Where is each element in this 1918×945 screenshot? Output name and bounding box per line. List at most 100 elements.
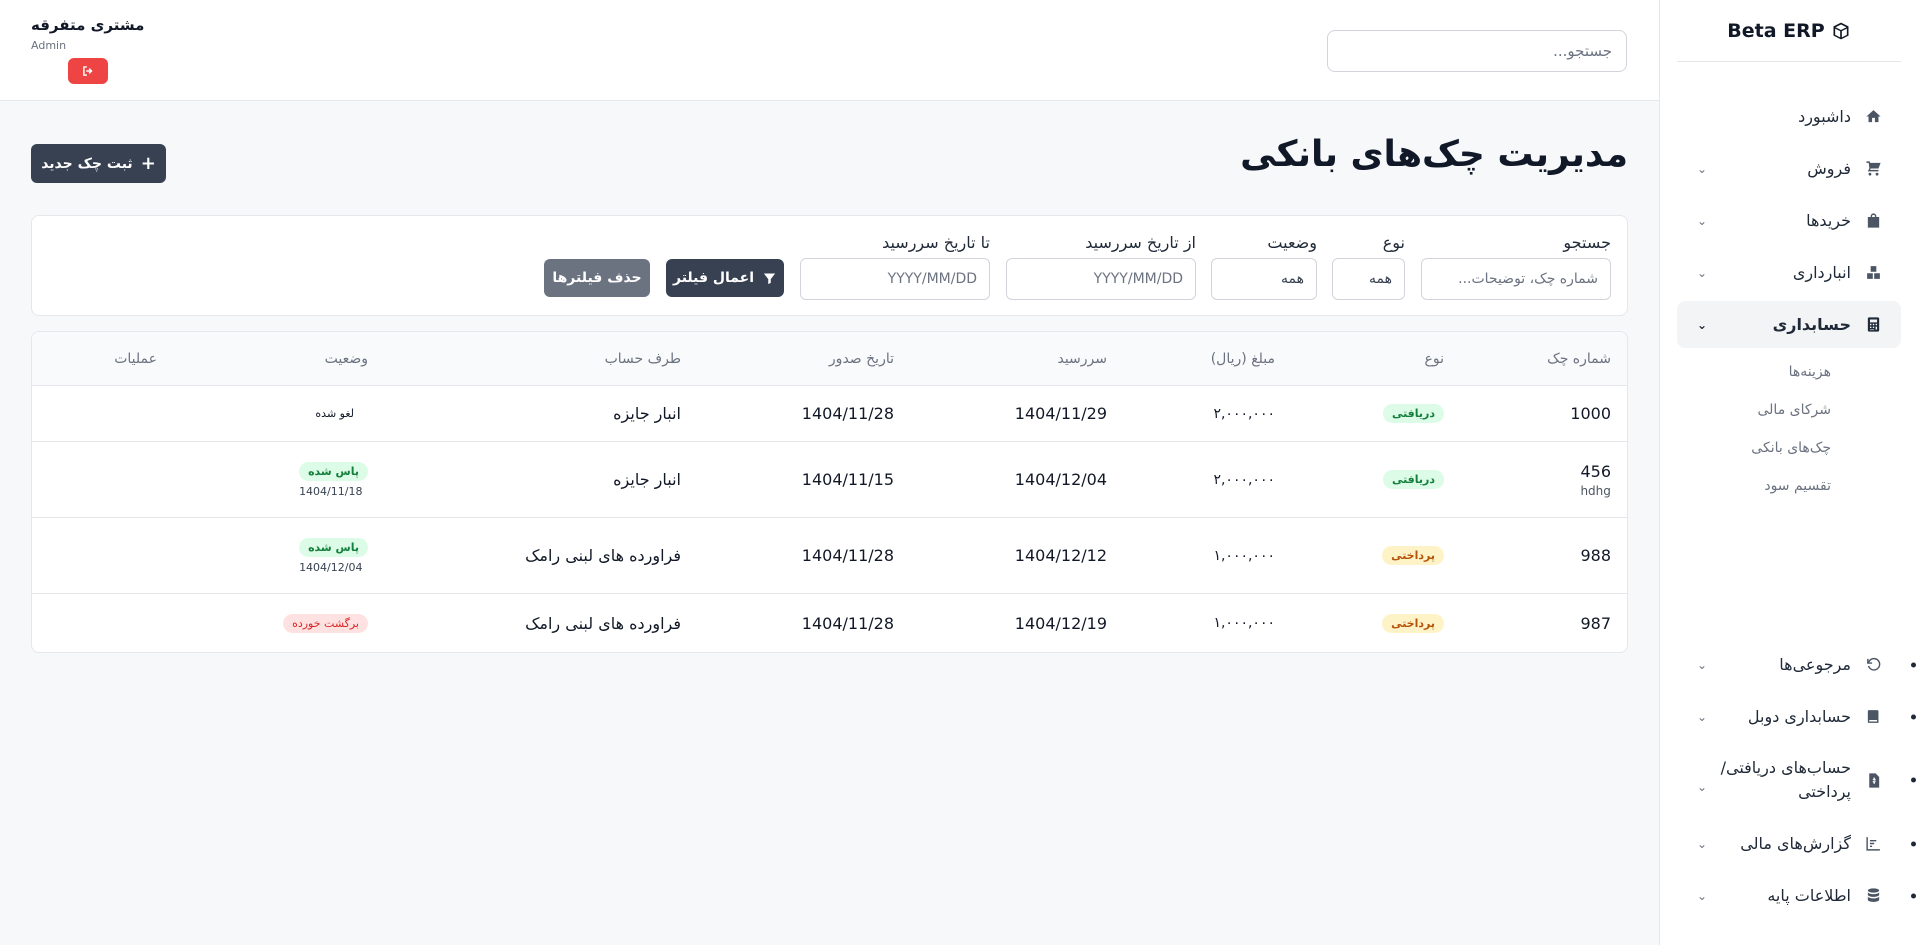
th-status: وضعیت (324, 351, 368, 367)
table-row[interactable]: 988 پرداختی ۱,۰۰۰,۰۰۰ 1404/12/12 1404/11… (32, 518, 1627, 594)
user-role: Admin (31, 39, 67, 52)
filter-type-select[interactable]: همه (1332, 258, 1405, 300)
cell-amount: ۲,۰۰۰,۰۰۰ (1213, 471, 1275, 488)
sidebar-item-label: مرجوعی‌ها (1779, 655, 1851, 674)
type-badge: پرداختی (1382, 546, 1444, 565)
cell-type: پرداختی (1382, 518, 1444, 593)
th-issue: تاریخ صدور (828, 351, 894, 367)
sidebar-item-receivables-payables[interactable]: حساب‌های دریافتی/ پرداختی ⌄ (1677, 745, 1916, 815)
sidebar-item-financial-reports[interactable]: گزارش‌های مالی ⌄ (1677, 820, 1916, 867)
cell-due: 1404/12/12 (1014, 546, 1107, 565)
cell-number: 987 (1580, 594, 1611, 652)
book-icon (1863, 707, 1883, 727)
clear-filters-button[interactable]: حذف فیلترها (544, 259, 650, 297)
cell-amount: ۲,۰۰۰,۰۰۰ (1213, 405, 1275, 422)
sidebar-item-label: گزارش‌های مالی (1740, 834, 1851, 853)
sidebar-item-label: حساب‌های دریافتی/ پرداختی (1720, 758, 1851, 801)
cell-amount: ۱,۰۰۰,۰۰۰ (1213, 615, 1275, 631)
sidebar-item-label: انبارداری (1792, 263, 1851, 282)
table-row[interactable]: 987 پرداختی ۱,۰۰۰,۰۰۰ 1404/12/19 1404/11… (32, 594, 1627, 652)
check-number: 987 (1580, 613, 1611, 633)
filter-icon (763, 273, 776, 284)
filter-search-input[interactable]: شماره چک، توضیحات... (1421, 258, 1611, 300)
th-amount: مبلغ (ریال) (1210, 351, 1275, 367)
home-icon (1863, 107, 1883, 127)
bag-icon (1863, 211, 1883, 231)
cell-issue: 1404/11/28 (801, 404, 894, 423)
table-row[interactable]: 1000 دریافتی ۲,۰۰۰,۰۰۰ 1404/11/29 1404/1… (32, 386, 1627, 442)
user-name: مشتری متفرقه (31, 16, 145, 34)
th-party: طرف حساب (604, 351, 681, 367)
filter-from-date-label: از تاریخ سررسید (1085, 233, 1196, 252)
calculator-icon (1863, 315, 1883, 335)
brand[interactable]: Beta ERP (1677, 0, 1901, 62)
cell-type: پرداختی (1382, 594, 1444, 652)
filter-type-group: نوع همه (1332, 233, 1405, 300)
sidebar-item-sales[interactable]: فروش ⌄ (1677, 145, 1901, 192)
plus-icon: + (140, 153, 156, 174)
chevron-down-icon: ⌄ (1697, 836, 1708, 851)
cell-status: پاس شده 1404/12/04 (299, 518, 368, 593)
filter-to-date-input[interactable]: YYYY/MM/DD (800, 258, 990, 300)
cell-due: 1404/12/19 (1014, 613, 1107, 633)
table-row[interactable]: 456 hdhg دریافتی ۲,۰۰۰,۰۰۰ 1404/12/04 14… (32, 442, 1627, 518)
topbar: مشتری متفرقه Admin (0, 0, 1659, 101)
cell-number: 456 hdhg (1580, 442, 1611, 517)
bullet-dot (1911, 841, 1916, 846)
sidebar-item-label: حسابداری (1772, 315, 1851, 334)
cube-icon (1833, 22, 1849, 39)
new-check-button[interactable]: + ثبت چک جدید (31, 144, 166, 183)
sidebar-item-purchases[interactable]: خریدها ⌄ (1677, 197, 1901, 244)
sidebar-item-label: خریدها (1806, 211, 1851, 230)
cell-issue: 1404/11/28 (801, 613, 894, 633)
sidebar-item-dashboard[interactable]: داشبورد (1677, 93, 1901, 140)
check-number: 988 (1580, 546, 1611, 565)
sidebar-item-accounting[interactable]: حسابداری ⌄ (1677, 301, 1901, 348)
submenu-item-profit-sharing[interactable]: تقسیم سود (1677, 467, 1831, 505)
cell-status: لغو شده (315, 386, 354, 441)
chevron-down-icon: ⌄ (1697, 265, 1708, 280)
status-date: 1404/12/04 (299, 560, 363, 574)
bullet-dot (1911, 714, 1916, 719)
apply-filter-label: اعمال فیلتر (672, 270, 755, 286)
status-badge: پاس شده (299, 537, 368, 557)
sidebar-item-returns[interactable]: مرجوعی‌ها ⌄ (1677, 641, 1916, 688)
submenu-item-partners[interactable]: شرکای مالی (1677, 391, 1832, 429)
submenu-item-bank-checks[interactable]: چک‌های بانکی (1677, 429, 1831, 467)
filter-from-date-input[interactable]: YYYY/MM/DD (1006, 258, 1196, 300)
invoice-icon (1863, 770, 1883, 790)
sidebar-nav-bottom: مرجوعی‌ها ⌄ حسابداری دوبل ⌄ حساب‌های دری… (1677, 641, 1916, 924)
global-search-input[interactable] (1327, 30, 1627, 72)
th-number: شماره چک (1547, 351, 1611, 367)
cell-type: دریافتی (1382, 442, 1444, 517)
filter-status-group: وضعیت همه (1211, 233, 1317, 300)
cart-icon (1863, 159, 1883, 179)
bullet-dot (1911, 777, 1916, 783)
filter-to-date-group: تا تاریخ سررسید YYYY/MM/DD (800, 233, 990, 300)
status-text: لغو شده (315, 407, 354, 420)
sidebar-item-label: داشبورد (1798, 107, 1851, 126)
cell-party: انبار جایزه (613, 404, 681, 423)
apply-filter-button[interactable]: اعمال فیلتر (666, 259, 784, 297)
type-badge: پرداختی (1382, 613, 1444, 633)
filter-status-select[interactable]: همه (1211, 258, 1317, 300)
submenu-item-expenses[interactable]: هزینه‌ها (1677, 353, 1831, 391)
filter-to-date-label: تا تاریخ سررسید (882, 233, 990, 252)
chart-icon (1863, 834, 1883, 854)
sidebar-nav: داشبورد فروش ⌄ خریدها ⌄ انبارداری ⌄ حساب… (1677, 93, 1901, 505)
status-date: 1404/11/18 (299, 484, 363, 498)
new-check-label: ثبت چک جدید (41, 155, 133, 172)
sidebar-item-base-info[interactable]: اطلاعات پایه ⌄ (1677, 872, 1916, 919)
th-due: سررسید (1057, 351, 1107, 367)
logout-button[interactable] (68, 58, 108, 84)
status-badge: پاس شده (299, 461, 368, 481)
cell-number: 1000 (1570, 386, 1611, 441)
chevron-down-icon: ⌄ (1697, 317, 1708, 332)
sidebar-item-label: فروش (1807, 159, 1851, 178)
sidebar-item-inventory[interactable]: انبارداری ⌄ (1677, 249, 1901, 296)
cell-status: برگشت خورده (283, 594, 368, 652)
bullet-dot (1911, 662, 1916, 667)
filter-from-date-group: از تاریخ سررسید YYYY/MM/DD (1006, 233, 1196, 300)
sidebar-item-double-entry[interactable]: حسابداری دوبل ⌄ (1677, 693, 1916, 740)
check-number: 1000 (1570, 404, 1611, 423)
